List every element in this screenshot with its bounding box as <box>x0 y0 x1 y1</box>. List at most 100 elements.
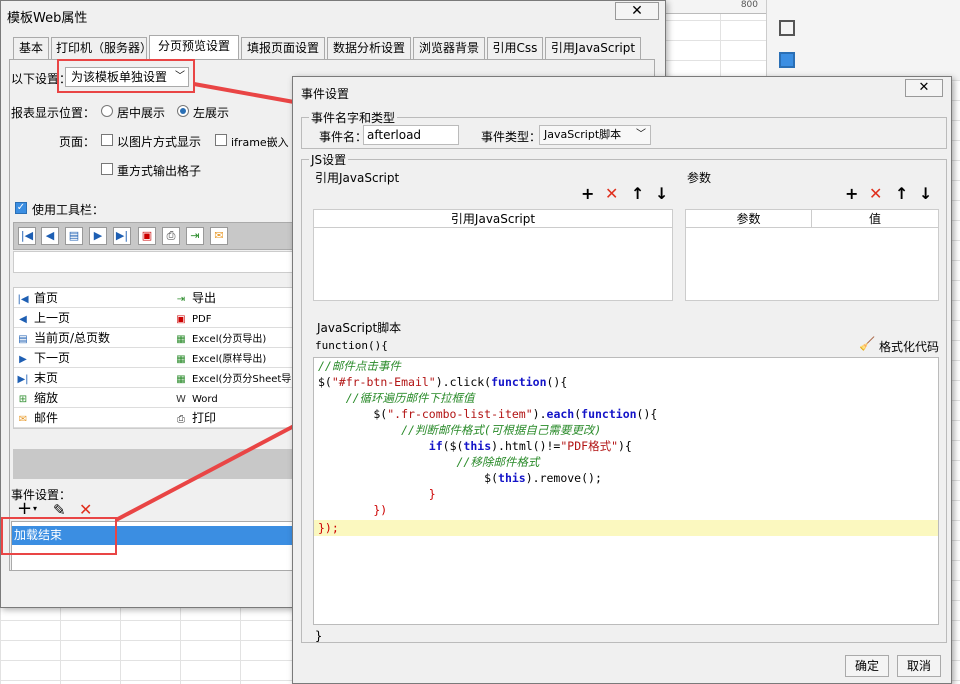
pdf-icon[interactable]: ▣ <box>138 227 156 245</box>
broom-icon: 🧹 <box>859 337 876 352</box>
first-page-icon[interactable]: |◀ <box>18 227 36 245</box>
tab-ref-javascript[interactable]: 引用JavaScript <box>545 37 641 59</box>
tab-data-analysis[interactable]: 数据分析设置 <box>327 37 411 59</box>
code-line: }); <box>318 521 339 535</box>
delete-icon[interactable]: ✕ <box>605 185 618 203</box>
checkbox-iframe-label: iframe嵌入 <box>231 136 289 149</box>
ref-js-table: 引用JavaScript <box>313 209 673 301</box>
rectangle-tool-icon[interactable] <box>779 20 795 36</box>
tab-page-preview[interactable]: 分页预览设置 <box>149 35 239 60</box>
export-icon[interactable]: ⇥ <box>186 227 204 245</box>
delete-icon[interactable]: ✕ <box>869 185 882 203</box>
tab-ref-css[interactable]: 引用Css <box>487 37 543 59</box>
event-name-label: 事件名： <box>319 130 368 144</box>
next-page-icon[interactable]: ▶ <box>89 227 107 245</box>
page-count-icon[interactable]: ▤ <box>65 227 83 245</box>
event-name-input[interactable]: afterload <box>363 125 459 145</box>
next-page-icon: ▶ <box>19 354 27 365</box>
highlight-box <box>1 517 117 555</box>
cancel-button[interactable]: 取消 <box>897 655 941 677</box>
dialog-title: 模板Web属性 <box>7 11 88 26</box>
tab-fill-page[interactable]: 填报页面设置 <box>241 37 325 59</box>
add-icon[interactable]: + <box>845 185 858 203</box>
list-item-label: Excel(分页导出) <box>192 334 267 345</box>
toolbar-preview: |◀ ◀ ▤ ▶ ▶| ▣ ⎙ ⇥ ✉ <box>13 222 295 250</box>
radio-center[interactable] <box>101 105 113 117</box>
use-toolbar-label: 使用工具栏： <box>32 203 105 217</box>
last-page-icon[interactable]: ▶| <box>113 227 131 245</box>
list-item[interactable]: ▦ Excel(分页分Sheet导出) <box>174 368 296 388</box>
close-button[interactable]: ✕ <box>905 79 943 97</box>
table-row: ▤ 当前页/总页数 ▦ Excel(分页导出) <box>14 328 296 348</box>
tab-basic[interactable]: 基本 <box>13 37 49 59</box>
list-item[interactable]: ⊞ 缩放 <box>16 388 174 408</box>
close-button[interactable]: ✕ <box>615 2 659 20</box>
list-item-label: 打印 <box>192 411 217 425</box>
list-item[interactable]: ✉ 邮件 <box>16 408 174 428</box>
arrow-down-icon[interactable]: ↓ <box>919 185 932 203</box>
prev-page-icon: ◀ <box>19 314 27 325</box>
checkbox-repeat-output[interactable] <box>101 163 113 175</box>
list-item[interactable]: ⎙ 打印 <box>174 408 296 428</box>
event-type-label: 事件类型： <box>481 130 542 144</box>
list-item[interactable]: ▶ 下一页 <box>16 348 174 368</box>
list-item[interactable]: ▶| 末页 <box>16 368 174 388</box>
tab-browser-background[interactable]: 浏览器背景 <box>413 37 485 59</box>
params-label: 参数 <box>687 171 712 185</box>
excel-icon: ▦ <box>176 354 186 365</box>
position-label: 报表显示位置： <box>11 106 96 120</box>
toolbar-spacer <box>13 251 295 273</box>
page-count-icon: ▤ <box>18 334 28 345</box>
group-label: JS设置 <box>309 151 349 168</box>
list-item[interactable]: ◀ 上一页 <box>16 308 174 328</box>
chevron-down-icon[interactable]: ▾ <box>33 504 37 513</box>
list-item[interactable]: ▤ 当前页/总页数 <box>16 328 174 348</box>
list-item-label: 邮件 <box>34 411 59 425</box>
print-icon: ⎙ <box>177 414 185 425</box>
list-item[interactable]: ⇥ 导出 <box>174 288 296 308</box>
list-item-label: Excel(分页分Sheet导出) <box>192 374 296 385</box>
list-item[interactable]: ▣ PDF <box>174 308 296 328</box>
tab-printer[interactable]: 打印机（服务器） <box>51 37 152 59</box>
arrow-up-icon[interactable]: ↑ <box>631 185 644 203</box>
list-item[interactable]: ▦ Excel(原样导出) <box>174 348 296 368</box>
ok-button[interactable]: 确定 <box>845 655 889 677</box>
checkbox-iframe[interactable] <box>215 134 227 146</box>
format-code-button[interactable]: 格式化代码 <box>879 338 939 355</box>
radio-left-label: 左展示 <box>193 106 230 120</box>
list-item[interactable]: |◀ 首页 <box>16 288 174 308</box>
list-item[interactable]: W Word <box>174 388 296 408</box>
prev-page-icon[interactable]: ◀ <box>41 227 59 245</box>
add-event-icon[interactable]: + <box>17 500 32 518</box>
event-type-select[interactable]: JavaScript脚本 ﹀ <box>539 125 651 145</box>
table-row: ▶| 末页 ▦ Excel(分页分Sheet导出) <box>14 368 296 388</box>
designer-background <box>806 0 960 80</box>
table-row: ⊞ 缩放 W Word <box>14 388 296 408</box>
toolbar-preview-gray <box>13 449 295 479</box>
arrow-down-icon[interactable]: ↓ <box>655 185 668 203</box>
code-line: //判断邮件格式(可根据自己需要更改) <box>318 423 602 437</box>
page-label: 页面： <box>59 135 96 149</box>
list-item[interactable]: ▦ Excel(分页导出) <box>174 328 296 348</box>
code-line: $(this).remove(); <box>318 471 602 485</box>
table-row: ▶ 下一页 ▦ Excel(原样导出) <box>14 348 296 368</box>
list-item-label: Excel(原样导出) <box>192 354 267 365</box>
list-item-label: 下一页 <box>34 351 71 365</box>
toolbar-button-grid: |◀ 首页 ⇥ 导出 ◀ 上一页 ▣ PDF ▤ 当前页/总页数 ▦ Excel(分页导出)… <box>13 287 296 429</box>
checkbox-image-mode-label: 以图片方式显示 <box>117 135 202 149</box>
add-icon[interactable]: + <box>581 185 594 203</box>
code-line: //邮件点击事件 <box>318 359 401 373</box>
checkbox-image-mode[interactable] <box>101 134 113 146</box>
arrow-up-icon[interactable]: ↑ <box>895 185 908 203</box>
radio-left[interactable] <box>177 105 189 117</box>
ruler: 800 <box>666 0 766 14</box>
checkbox-repeat-output-label: 重方式输出格子 <box>117 164 202 178</box>
first-page-icon: |◀ <box>17 294 29 305</box>
print-icon[interactable]: ⎙ <box>162 227 180 245</box>
script-label: JavaScript脚本 <box>317 321 402 335</box>
dropdown-tool-icon[interactable] <box>779 52 795 68</box>
checkbox-use-toolbar[interactable]: ✓ <box>15 202 27 214</box>
code-editor[interactable]: //邮件点击事件 $("#fr-btn-Email").click(functi… <box>313 357 939 625</box>
code-line: //循环遍历邮件下拉框值 <box>318 391 475 405</box>
email-icon[interactable]: ✉ <box>210 227 228 245</box>
